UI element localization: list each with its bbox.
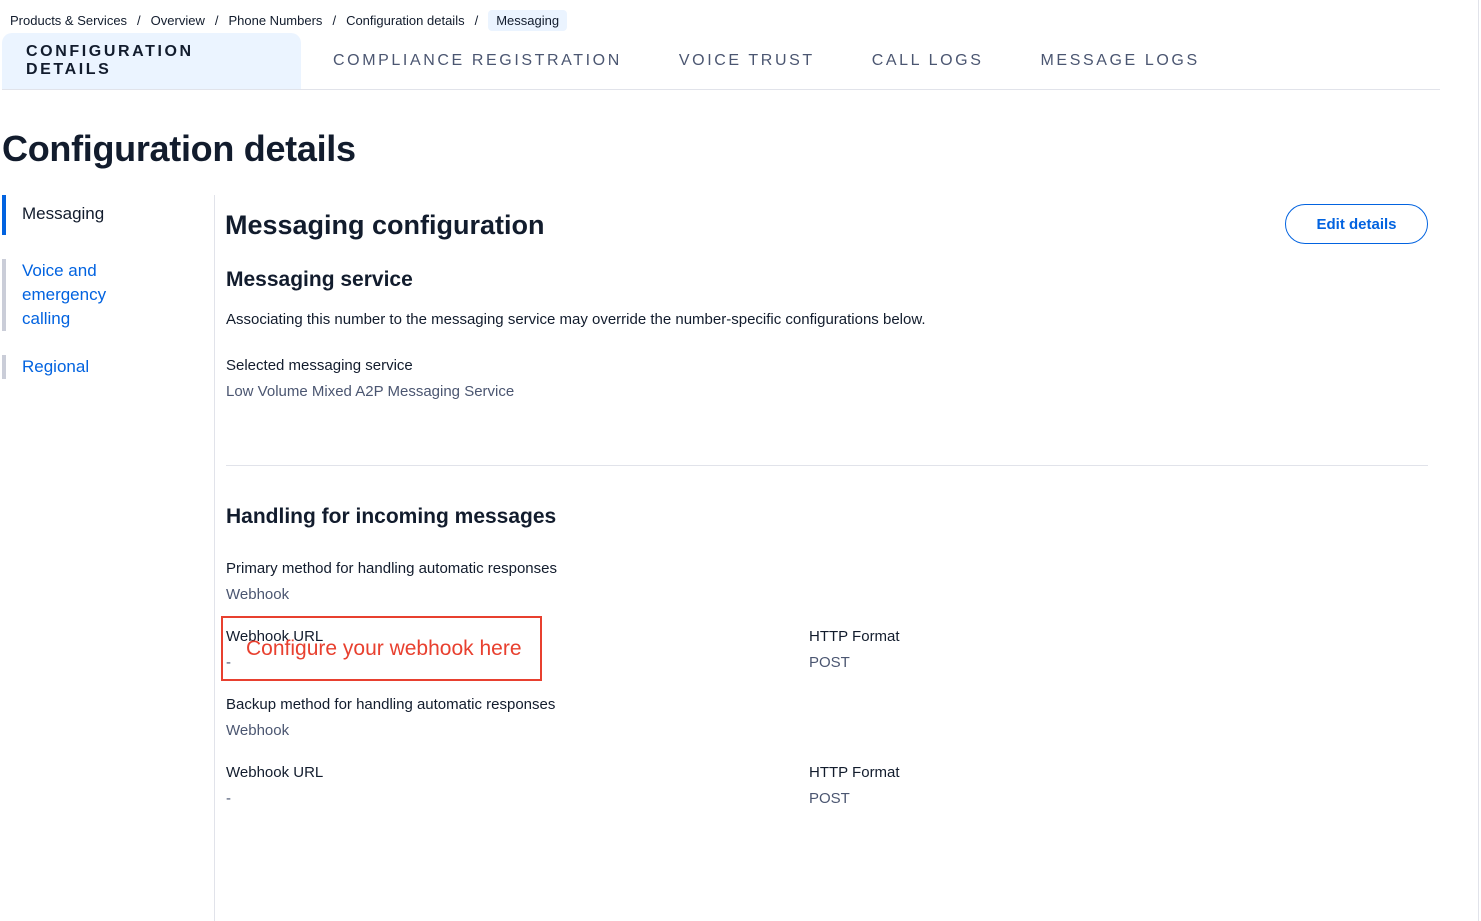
breadcrumb-phone-numbers[interactable]: Phone Numbers	[228, 13, 322, 28]
breadcrumb-separator: /	[214, 12, 219, 28]
edit-details-button[interactable]: Edit details	[1285, 204, 1428, 244]
primary-http-format-value: POST	[809, 654, 850, 671]
tab-voice-trust[interactable]: VOICE TRUST	[679, 33, 815, 89]
breadcrumb-separator: /	[137, 12, 141, 28]
tab-message-logs[interactable]: MESSAGE LOGS	[1041, 33, 1200, 89]
tab-configuration-details[interactable]: CONFIGURATION DETAILS	[2, 33, 301, 89]
content-divider	[214, 195, 215, 921]
backup-method-label: Backup method for handling automatic res…	[226, 696, 556, 713]
breadcrumb-overview[interactable]: Overview	[151, 13, 205, 28]
breadcrumb-current: Messaging	[488, 9, 568, 31]
section-title: Messaging configuration	[225, 210, 545, 240]
breadcrumb-separator: /	[332, 12, 337, 28]
incoming-messages-heading: Handling for incoming messages	[226, 505, 557, 528]
section-divider	[226, 465, 1428, 466]
tab-compliance-registration[interactable]: COMPLIANCE REGISTRATION	[333, 33, 622, 89]
selected-messaging-service-label: Selected messaging service	[226, 357, 413, 374]
messaging-service-heading: Messaging service	[226, 268, 413, 291]
page-title: Configuration details	[2, 128, 356, 169]
primary-method-value: Webhook	[226, 586, 290, 603]
breadcrumb: Products & Services / Overview / Phone N…	[10, 9, 568, 31]
annotation-label: Configure your webhook here	[246, 637, 522, 660]
sidenav-item-messaging[interactable]: Messaging	[2, 195, 104, 235]
selected-messaging-service-value: Low Volume Mixed A2P Messaging Service	[226, 383, 515, 400]
tab-call-logs[interactable]: CALL LOGS	[872, 33, 984, 89]
breadcrumb-separator: /	[474, 12, 479, 28]
backup-http-format-value: POST	[809, 790, 850, 807]
sidenav-item-voice-emergency-calling[interactable]: Voice and emergency calling	[2, 259, 132, 331]
breadcrumb-products-services[interactable]: Products & Services	[10, 13, 127, 28]
backup-http-format-label: HTTP Format	[809, 764, 900, 781]
backup-method-value: Webhook	[226, 722, 290, 739]
breadcrumb-configuration-details[interactable]: Configuration details	[346, 13, 465, 28]
backup-webhook-url-value: -	[226, 790, 231, 807]
primary-method-label: Primary method for handling automatic re…	[226, 560, 557, 577]
tab-bar: CONFIGURATION DETAILS COMPLIANCE REGISTR…	[2, 33, 1440, 90]
messaging-service-description: Associating this number to the messaging…	[226, 311, 926, 328]
backup-webhook-url-label: Webhook URL	[226, 764, 324, 781]
page-right-border	[1478, 0, 1479, 921]
sidenav-item-regional[interactable]: Regional	[2, 355, 89, 379]
primary-http-format-label: HTTP Format	[809, 628, 900, 645]
